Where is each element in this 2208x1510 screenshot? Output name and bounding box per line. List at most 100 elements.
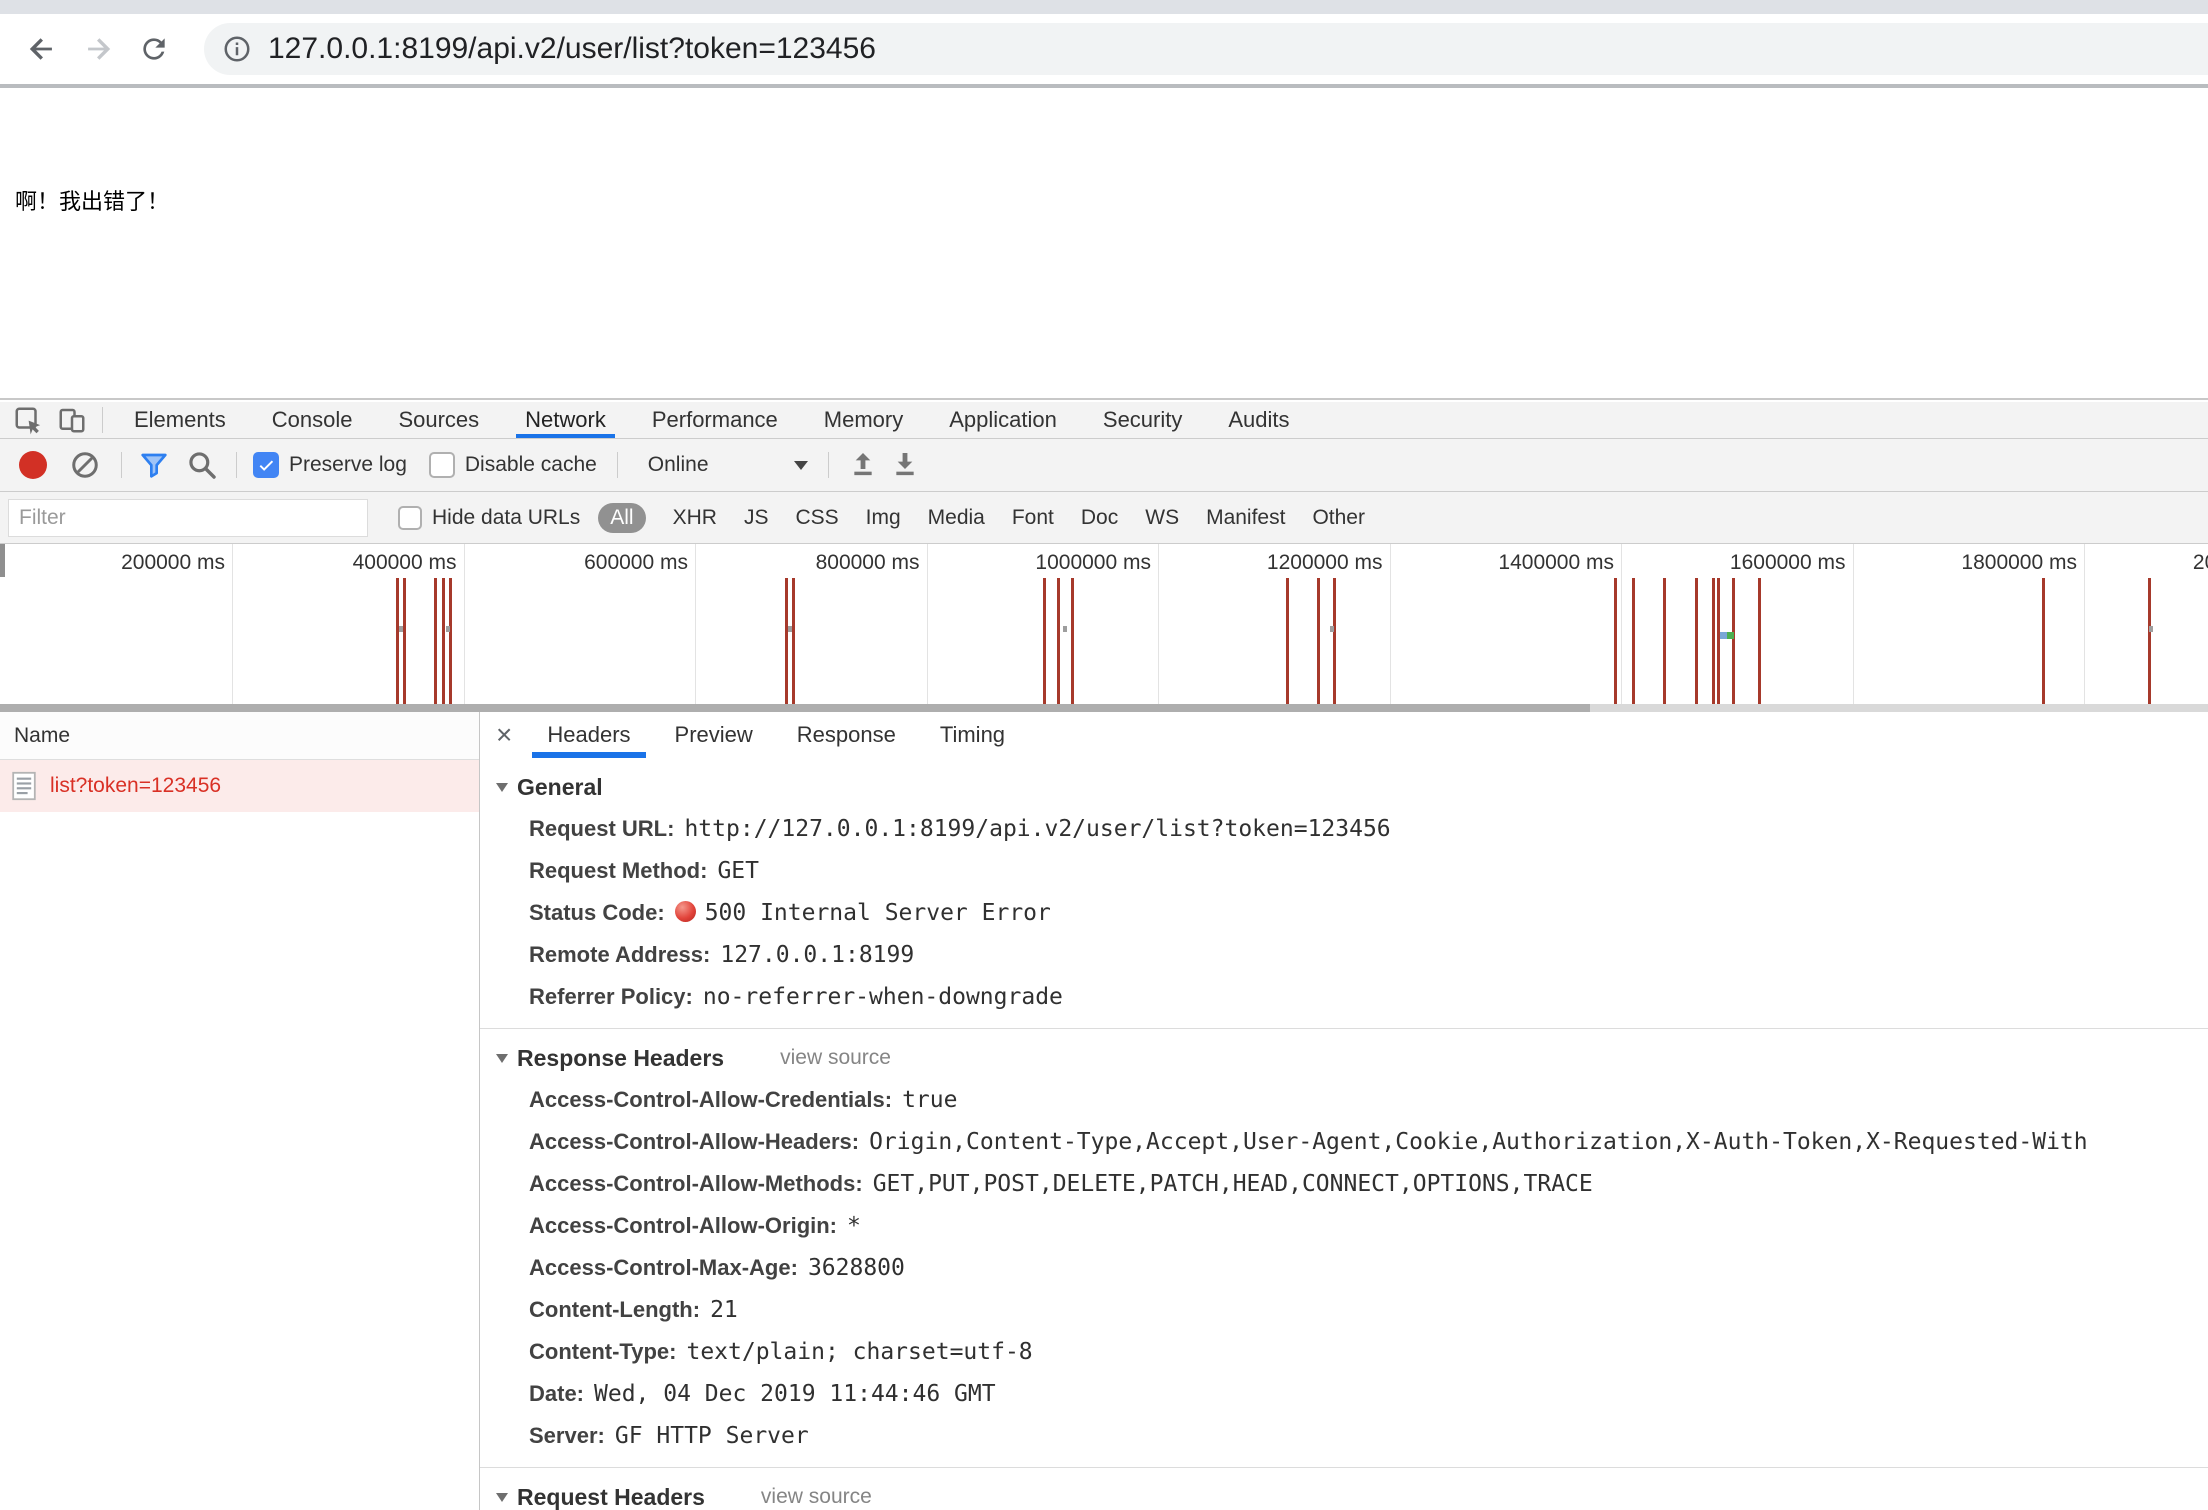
header-row: Content-Length:21 — [529, 1289, 2208, 1331]
header-value: GET,PUT,POST,DELETE,PATCH,HEAD,CONNECT,O… — [873, 1171, 1593, 1197]
header-row: Access-Control-Max-Age:3628800 — [529, 1247, 2208, 1289]
response-headers-title: Response Headers — [517, 1045, 724, 1072]
address-bar[interactable] — [204, 23, 2208, 75]
back-button[interactable] — [14, 21, 70, 77]
tab-response[interactable]: Response — [776, 712, 917, 758]
section-separator — [480, 1467, 2208, 1468]
separator — [828, 452, 829, 478]
overview-gray-mark — [446, 626, 450, 632]
separator — [236, 452, 237, 478]
record-button[interactable] — [19, 451, 47, 479]
reload-icon — [138, 33, 170, 65]
preserve-log-label[interactable]: Preserve log — [289, 453, 407, 477]
header-row: Request Method:GET — [529, 850, 2208, 892]
tab-preview[interactable]: Preview — [654, 712, 774, 758]
tab-headers[interactable]: Headers — [526, 712, 651, 758]
info-icon[interactable] — [222, 34, 252, 64]
overview-gridline — [1158, 544, 1159, 704]
request-name: list?token=123456 — [50, 774, 221, 798]
type-filter-img[interactable]: Img — [866, 506, 901, 530]
overview-request-bar — [792, 578, 795, 704]
tab-audits[interactable]: Audits — [1205, 402, 1312, 438]
hide-data-urls-label[interactable]: Hide data URLs — [432, 506, 580, 530]
upload-icon — [847, 449, 879, 481]
header-label: Status Code: — [529, 900, 665, 925]
type-filter-xhr[interactable]: XHR — [673, 506, 717, 530]
header-label: Access-Control-Allow-Methods: — [529, 1171, 863, 1196]
disable-cache-checkbox[interactable] — [429, 452, 455, 478]
header-value: * — [847, 1213, 861, 1239]
header-value: 127.0.0.1:8199 — [720, 942, 914, 968]
clear-button[interactable] — [65, 445, 105, 485]
tab-security[interactable]: Security — [1080, 402, 1205, 438]
header-row: Status Code: 500 Internal Server Error — [529, 892, 2208, 934]
tab-memory[interactable]: Memory — [801, 402, 926, 438]
type-filter-js[interactable]: JS — [744, 506, 769, 530]
filter-toggle-button[interactable] — [134, 445, 174, 485]
general-section-header[interactable]: General — [496, 770, 2208, 804]
header-value: no-referrer-when-downgrade — [703, 984, 1063, 1010]
request-row[interactable]: list?token=123456 — [0, 760, 479, 812]
search-button[interactable] — [182, 445, 222, 485]
type-filter-all[interactable]: All — [598, 503, 645, 533]
tab-network[interactable]: Network — [502, 402, 629, 438]
type-filter-doc[interactable]: Doc — [1081, 506, 1118, 530]
disclosure-triangle-icon — [496, 1054, 508, 1063]
devtools-tabbar: Elements Console Sources Network Perform… — [0, 402, 2208, 439]
close-icon[interactable]: × — [496, 721, 512, 749]
url-input[interactable] — [268, 32, 2208, 66]
forward-button[interactable] — [70, 21, 126, 77]
overview-request-bar — [2148, 578, 2151, 704]
devtools-panel: Elements Console Sources Network Perform… — [0, 398, 2208, 1510]
tab-sources[interactable]: Sources — [375, 402, 502, 438]
network-overview[interactable]: 200000 ms400000 ms600000 ms800000 ms1000… — [0, 544, 2208, 704]
horizontal-splitter[interactable] — [0, 704, 2208, 712]
overview-tick-label: 1200000 ms — [1225, 551, 1383, 575]
type-filter-media[interactable]: Media — [928, 506, 985, 530]
separator — [121, 452, 122, 478]
disable-cache-label[interactable]: Disable cache — [465, 453, 597, 477]
overview-request-bar — [442, 578, 445, 704]
tab-application[interactable]: Application — [926, 402, 1080, 438]
response-headers-section-header[interactable]: Response Headers view source — [496, 1041, 2208, 1075]
overview-gridline — [2084, 544, 2085, 704]
type-filter-font[interactable]: Font — [1012, 506, 1054, 530]
overview-request-bar — [1057, 578, 1060, 704]
tab-elements[interactable]: Elements — [111, 402, 249, 438]
view-source-link[interactable]: view source — [761, 1485, 872, 1509]
tab-performance[interactable]: Performance — [629, 402, 801, 438]
name-column-header[interactable]: Name — [0, 712, 479, 760]
overview-green-mark — [1727, 632, 1734, 639]
request-headers-section-header[interactable]: Request Headers view source — [496, 1480, 2208, 1510]
overview-request-bar — [2042, 578, 2045, 704]
tab-timing[interactable]: Timing — [919, 712, 1026, 758]
device-toolbar-button[interactable] — [50, 403, 94, 437]
type-filter-ws[interactable]: WS — [1145, 506, 1179, 530]
tab-console[interactable]: Console — [249, 402, 376, 438]
hide-data-urls-checkbox[interactable] — [398, 506, 422, 530]
import-har-button[interactable] — [843, 445, 883, 485]
overview-tick-label: 1000000 ms — [993, 551, 1151, 575]
preserve-log-checkbox[interactable] — [253, 452, 279, 478]
overview-gridline — [1390, 544, 1391, 704]
overview-request-bar — [1712, 578, 1715, 704]
export-har-button[interactable] — [885, 445, 925, 485]
view-source-link[interactable]: view source — [780, 1046, 891, 1070]
header-value: 500 Internal Server Error — [705, 900, 1051, 926]
reload-button[interactable] — [126, 21, 182, 77]
forward-arrow-icon — [81, 32, 115, 66]
overview-tick-label: 200000 ms — [67, 551, 225, 575]
download-icon — [889, 449, 921, 481]
type-filter-css[interactable]: CSS — [795, 506, 838, 530]
overview-scrollbar-thumb[interactable] — [0, 704, 1590, 712]
headers-content: General Request URL:http://127.0.0.1:819… — [480, 758, 2208, 1510]
network-main: Name list?token=123456 × Headers Preview… — [0, 712, 2208, 1510]
disclosure-triangle-icon — [496, 1493, 508, 1502]
throttling-dropdown[interactable]: Online — [648, 453, 808, 477]
inspect-element-button[interactable] — [6, 403, 50, 437]
type-filter-other[interactable]: Other — [1312, 506, 1365, 530]
filter-input[interactable] — [8, 499, 368, 537]
header-row: Server:GF HTTP Server — [529, 1415, 2208, 1457]
network-filterbar: Hide data URLs All XHR JS CSS Img Media … — [0, 492, 2208, 544]
type-filter-manifest[interactable]: Manifest — [1206, 506, 1285, 530]
